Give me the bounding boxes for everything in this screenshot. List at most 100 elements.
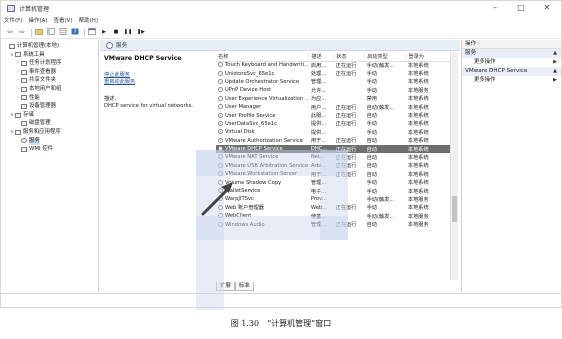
column-header-status[interactable]: 状态 [333,52,366,62]
table-row[interactable]: Update Orchestrator Service 管理... 手动 本地系统 [216,78,458,86]
column-header-name[interactable]: 名称^ [216,52,310,62]
scrollbar-thumb[interactable] [452,196,457,222]
service-name-cell: WalletService [216,187,309,195]
service-startup-type-cell: 手动 [366,121,377,128]
service-description-cell: Prov... [310,196,327,203]
table-row[interactable]: WalletService 电子... 手动 本地系统 [216,187,458,195]
table-row[interactable]: WebClient 使基... 手动(触发... 本地服务 [216,212,458,220]
maximize-button[interactable]: □ [509,1,533,15]
service-name-cell: Web 账户管理器 [216,204,309,212]
service-gear-icon [218,179,223,185]
column-header-description[interactable]: 描述 [308,52,335,62]
service-description-cell: Arbi... [310,162,327,169]
more-actions-label: 更多操作 [474,59,496,65]
table-row[interactable]: VMware Authorization Service 用于... 正在运行 自动本… [216,137,458,145]
service-name-cell: User Manager [216,103,309,111]
tree-item[interactable]: 设备管理器 [1,102,98,111]
tree-item[interactable]: ∨ 服务和应用程序 [1,128,98,137]
tree-item[interactable]: 计算机管理(本地) [1,42,98,51]
submenu-arrow-icon: ▶ [553,59,557,65]
table-row[interactable]: User Manager 用户... 正在运行 自动(触发... 本地系统 [216,103,458,111]
service-status-cell [334,212,365,220]
restart-service-link[interactable]: 重启动此服务 [104,79,210,86]
service-status-cell [334,86,365,94]
pause-icon[interactable]: ❚❚ [123,28,133,37]
service-gear-icon [218,213,223,219]
table-row[interactable]: VMware NAT Service Net... 正在运行 自动 本地系统 [216,153,458,161]
table-row[interactable]: Web 账户管理器 Web... 正在运行 手动 本地系统 [216,204,458,212]
more-actions-item[interactable]: 更多操作 ▶ [462,76,561,85]
svg-text:?: ? [74,30,77,36]
tree-item[interactable]: ∨ 存储 [1,111,98,120]
help-icon[interactable]: ? [70,28,80,37]
tree-item[interactable]: › 本地用户和组 [1,85,98,94]
tree-item[interactable]: › 任务计划程序 [1,59,98,68]
collapse-triangle-icon[interactable]: ▲ [553,49,557,58]
service-gear-icon [218,137,223,143]
vertical-scrollbar[interactable] [450,52,458,280]
close-button[interactable]: ✕ [535,1,559,15]
console-icon[interactable] [87,28,97,37]
column-header-startup-type[interactable]: 启动类型 [364,52,407,62]
actions-group[interactable]: VMware DHCP Service ▲ [462,67,561,76]
tree-item-label: 服务和应用程序 [23,128,61,135]
collapse-triangle-icon[interactable]: ▲ [553,67,557,76]
tree-item[interactable]: WMI 控件 [1,145,98,154]
actions-group[interactable]: 服务 ▲ [462,49,561,58]
show-hide-tree-icon[interactable] [46,28,56,37]
tree-node-icon [21,60,27,66]
stop-icon[interactable]: ■ [111,28,121,37]
service-name-cell: Virtual Disk [216,128,309,136]
table-row[interactable]: VMware Workstation Server 用于... 正在运行 自动 本地系统 [216,170,458,178]
restart-icon[interactable]: ❚▶ [135,28,147,37]
status-bar [1,293,561,307]
service-status-cell: 正在运行 [335,71,357,78]
table-row[interactable]: UnistoreSvc_65e1c 处理... 正在运行 手动 本地系统 [216,69,458,77]
selected-service-name: VMware DHCP Service [104,55,182,62]
window-title: 计算机管理 [19,5,50,13]
table-row[interactable]: VMware USB Arbitration Service Arbi... 正在运… [216,162,458,170]
services-header: 服务 [100,40,460,51]
table-row[interactable]: Virtual Disk 提供... 手动 本地系统 [216,128,458,136]
stop-service-link[interactable]: 停止此服务 [104,72,210,79]
table-row[interactable]: Windows Audio 管理... 正在运行 自动 本地服务 [216,220,458,228]
tree-item[interactable]: 服务 [1,136,98,146]
table-row[interactable]: User Experience Virtualization ... 为应... 禁… [216,95,458,103]
back-arrow-icon[interactable]: ⇦ [5,28,15,37]
play-icon[interactable]: ▶ [99,28,109,37]
menu-file[interactable]: 文件(F) [1,16,25,26]
menu-view[interactable]: 查看(V) [51,16,76,26]
tree-item[interactable]: 磁盘管理 [1,119,98,128]
navigation-tree: 计算机管理(本地) ∨ 系统工具 › 任务计划程序 › 事件查看器 › 共享文件夹 › 本地用户和组… [1,40,99,292]
tab-extended[interactable]: 扩展 [216,282,235,291]
table-row[interactable]: UserDataSvc_65e1c 提供... 正在运行 手动 本地系统 [216,120,458,128]
tree-item[interactable]: › 性能 [1,94,98,103]
service-name-cell: VMware USB Arbitration Service [216,162,309,170]
up-folder-icon[interactable] [34,28,44,37]
more-actions-item[interactable]: 更多操作 ▶ [462,58,561,67]
tree-item[interactable]: › 事件查看器 [1,68,98,77]
tree-item[interactable]: › 共享文件夹 [1,76,98,85]
service-gear-icon [218,188,223,194]
service-startup-type-cell: 手动(触发... [366,196,395,203]
service-description-cell: 允许... [310,87,327,94]
service-status-cell [334,178,365,186]
properties-icon[interactable] [58,28,68,37]
minimize-button[interactable]: – [483,1,507,15]
table-row[interactable]: UPnP Device Host 允许... 手动 本地服务 [216,86,458,94]
table-row[interactable]: WarpJITSvc Prov... 手动(触发... 本地服务 [216,195,458,203]
table-row[interactable]: Touch Keyboard and Handwriti... 启用... 正在运行… [216,61,458,69]
service-name-cell: Update Orchestrator Service [216,78,309,86]
table-row[interactable]: Volume Shadow Copy 管理... 手动 本地系统 [216,178,458,186]
service-description-cell: 电子... [310,188,327,195]
table-row[interactable]: VMware DHCP Service DHC... 正在运行 自动 本地系统 [216,144,458,154]
tree-item-label: 本地用户和组 [29,85,62,92]
service-startup-type-cell: 自动 [366,171,377,178]
menu-action[interactable]: 操作(A) [25,16,50,26]
toolbar-separator [31,28,32,37]
menu-help[interactable]: 帮助(H) [76,16,101,26]
tree-item[interactable]: ∨ 系统工具 [1,51,98,60]
forward-arrow-icon[interactable]: ⇨ [17,28,27,37]
tab-standard[interactable]: 标准 [234,282,254,291]
table-row[interactable]: User Profile Service 此服... 正在运行 自动 本地系统 [216,111,458,119]
